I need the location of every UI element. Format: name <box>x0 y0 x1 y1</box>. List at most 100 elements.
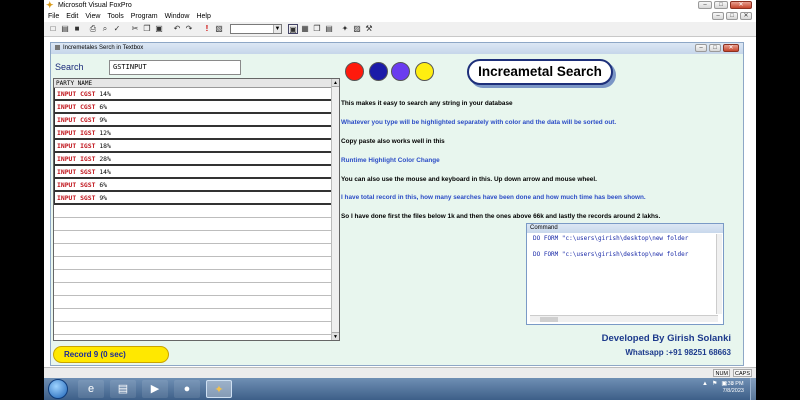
status-bar: NUM CAPS <box>44 367 756 378</box>
info-line-6: I have total record in this, how many se… <box>341 194 646 201</box>
menu-window[interactable]: Window <box>165 11 190 22</box>
open-file-icon[interactable]: ▤ <box>60 24 70 34</box>
empty-row[interactable] <box>54 296 332 309</box>
color-blue-button[interactable] <box>369 62 388 81</box>
foxpro-icon: ✦ <box>46 0 54 10</box>
run-icon[interactable]: ! <box>202 24 212 34</box>
spell-check-icon[interactable]: ✓ <box>112 24 122 34</box>
table-row[interactable]: INPUT IGST 18% <box>54 140 332 153</box>
menu-program[interactable]: Program <box>131 11 158 22</box>
row-highlight-text: INPUT CGST <box>57 90 96 98</box>
maximize-button[interactable]: □ <box>714 1 728 9</box>
menu-tools[interactable]: Tools <box>107 11 123 22</box>
command-vertical-scrollbar[interactable] <box>716 234 722 314</box>
command-line[interactable]: DO FORM "c:\users\girish\desktop\new fol… <box>533 251 688 258</box>
internet-explorer-icon[interactable]: e <box>78 380 104 398</box>
chrome-icon[interactable]: ● <box>174 380 200 398</box>
table-row[interactable]: INPUT SGST 6% <box>54 179 332 192</box>
cut-icon[interactable]: ✂ <box>130 24 140 34</box>
foxpro-taskbar-icon[interactable]: ✦ <box>206 380 232 398</box>
modify-form-icon[interactable]: ▧ <box>214 24 224 34</box>
num-lock-indicator: NUM <box>713 369 730 377</box>
menu-edit[interactable]: Edit <box>66 11 78 22</box>
info-line-5: You can also use the mouse and keyboard … <box>341 176 597 183</box>
undo-icon[interactable]: ↶ <box>172 24 182 34</box>
empty-row[interactable] <box>54 309 332 322</box>
builder-icon[interactable]: ⚒ <box>364 24 374 34</box>
table-row[interactable]: INPUT IGST 12% <box>54 127 332 140</box>
empty-row[interactable] <box>54 257 332 270</box>
command-window[interactable]: Command DO FORM "c:\users\girish\desktop… <box>526 223 724 325</box>
heading-badge: Increametal Search <box>467 59 613 85</box>
empty-row[interactable] <box>54 283 332 296</box>
tray-flag-icon[interactable]: ⚑ <box>712 380 717 388</box>
table-row[interactable]: INPUT CGST 6% <box>54 101 332 114</box>
menu-view[interactable]: View <box>85 11 100 22</box>
table-row[interactable]: INPUT CGST 14% <box>54 88 332 101</box>
data-session-icon[interactable]: ▦ <box>300 24 310 34</box>
media-player-icon[interactable]: ▶ <box>142 380 168 398</box>
scroll-down-icon[interactable]: ▼ <box>332 332 339 340</box>
empty-row[interactable] <box>54 244 332 257</box>
chevron-down-icon[interactable]: ▼ <box>273 25 281 33</box>
empty-row[interactable] <box>54 205 332 218</box>
grid-vertical-scrollbar[interactable]: ▲ ▼ <box>331 79 339 340</box>
table-row[interactable]: INPUT SGST 14% <box>54 166 332 179</box>
row-rest-text: 9% <box>95 116 108 124</box>
child-close-button[interactable]: ✕ <box>740 12 752 20</box>
party-grid[interactable]: PARTY NAME INPUT CGST 14% INPUT CGST 6% … <box>53 78 340 341</box>
copy-icon[interactable]: ❐ <box>142 24 152 34</box>
new-file-icon[interactable]: □ <box>48 24 58 34</box>
empty-row[interactable] <box>54 270 332 283</box>
search-label: Search <box>55 62 84 72</box>
row-highlight-text: INPUT SGST <box>57 168 96 176</box>
form-wizard-icon[interactable]: ✦ <box>340 24 350 34</box>
search-input[interactable]: GSTINPUT <box>109 60 241 75</box>
properties-icon[interactable]: ❐ <box>312 24 322 34</box>
close-button[interactable]: ✕ <box>730 1 752 9</box>
toolbox-icon[interactable]: ▨ <box>352 24 362 34</box>
taskbar-clock[interactable]: 6:38 PM 7/8/2023 <box>723 381 744 395</box>
redo-icon[interactable]: ↷ <box>184 24 194 34</box>
app-title-bar: ✦ Microsoft Visual FoxPro – □ ✕ <box>44 0 756 11</box>
save-icon[interactable]: ■ <box>72 24 82 34</box>
file-explorer-icon[interactable]: ▤ <box>110 380 136 398</box>
table-row[interactable]: INPUT CGST 9% <box>54 114 332 127</box>
command-window-icon[interactable]: ▣ <box>288 24 298 34</box>
start-button[interactable] <box>48 379 68 399</box>
grid-header-party-name[interactable]: PARTY NAME <box>54 79 332 88</box>
form-maximize-button[interactable]: □ <box>709 44 721 52</box>
color-red-button[interactable] <box>345 62 364 81</box>
app-title: Microsoft Visual FoxPro <box>58 2 132 9</box>
scroll-thumb[interactable] <box>540 317 558 322</box>
clock-time: 6:38 PM <box>723 381 744 387</box>
color-yellow-button[interactable] <box>415 62 434 81</box>
minimize-button[interactable]: – <box>698 1 712 9</box>
empty-row[interactable] <box>54 218 332 231</box>
form-title-bar: Incremetales Serch in Textbox <box>51 43 743 54</box>
paste-icon[interactable]: ▣ <box>154 24 164 34</box>
menu-help[interactable]: Help <box>196 11 210 22</box>
command-horizontal-scrollbar[interactable] <box>530 315 718 322</box>
color-purple-button[interactable] <box>391 62 410 81</box>
print-icon[interactable]: ⎙ <box>88 24 98 34</box>
child-restore-button[interactable]: □ <box>726 12 738 20</box>
empty-row[interactable] <box>54 335 332 340</box>
database-combo[interactable]: ▼ <box>230 24 282 34</box>
empty-row[interactable] <box>54 231 332 244</box>
scroll-up-icon[interactable]: ▲ <box>332 79 339 87</box>
form-window-controls: – □ ✕ <box>695 44 739 52</box>
tray-arrow-icon[interactable]: ▲ <box>702 380 708 388</box>
row-rest-text: 6% <box>95 181 108 189</box>
child-minimize-button[interactable]: – <box>712 12 724 20</box>
menu-file[interactable]: File <box>48 11 59 22</box>
print-preview-icon[interactable]: ⌕ <box>100 24 110 34</box>
table-row[interactable]: INPUT IGST 28% <box>54 153 332 166</box>
form-close-button[interactable]: ✕ <box>723 44 739 52</box>
form-minimize-button[interactable]: – <box>695 44 707 52</box>
code-window-icon[interactable]: ▤ <box>324 24 334 34</box>
command-line[interactable]: DO FORM "c:\users\girish\desktop\new fol… <box>533 235 688 242</box>
empty-row[interactable] <box>54 322 332 335</box>
show-desktop-button[interactable] <box>750 378 756 400</box>
table-row[interactable]: INPUT SGST 9% <box>54 192 332 205</box>
